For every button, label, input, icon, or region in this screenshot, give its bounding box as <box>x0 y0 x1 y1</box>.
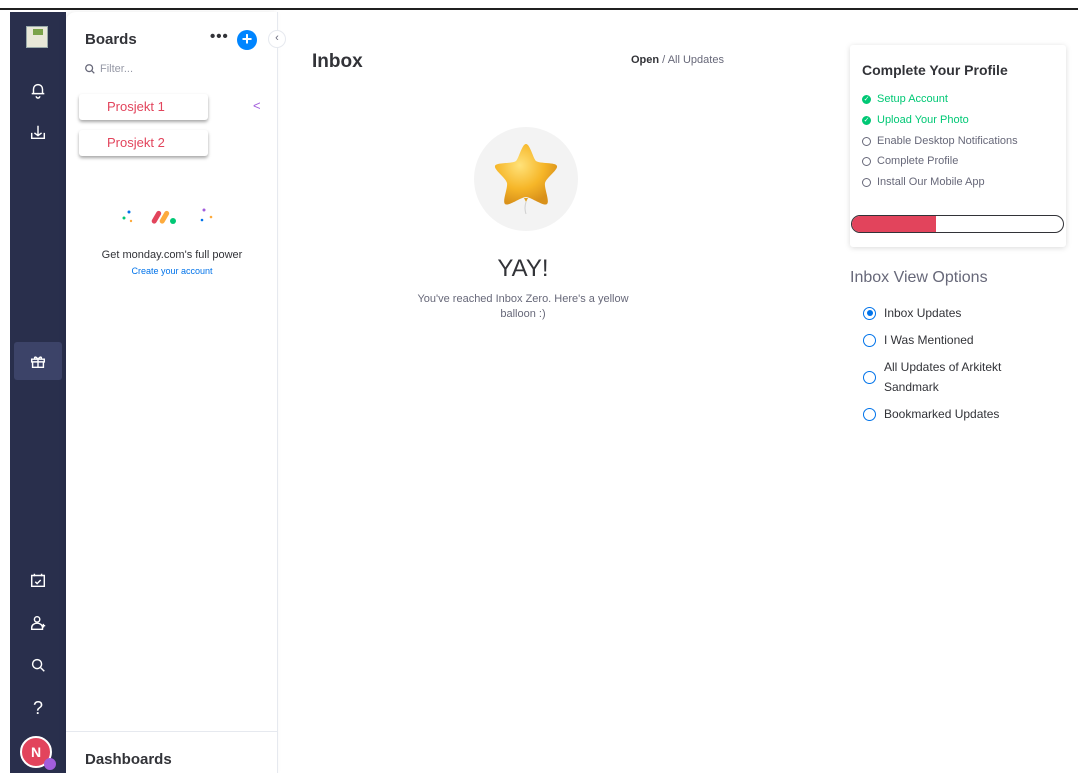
check-circle-icon: ✓ <box>862 115 871 125</box>
invite-user-icon[interactable] <box>24 609 52 637</box>
step-label: Complete Profile <box>877 155 959 167</box>
radio-empty-icon <box>863 333 876 347</box>
more-options-button[interactable]: ••• <box>210 28 229 45</box>
check-circle-icon: ✓ <box>862 94 871 104</box>
empty-circle-icon <box>862 156 871 166</box>
step-setup-account[interactable]: ✓ Setup Account <box>862 93 948 105</box>
monday-logo-icon <box>122 208 213 224</box>
board-item-prosjekt-1[interactable]: Prosjekt 1 <box>79 94 208 120</box>
step-label: Setup Account <box>877 93 948 105</box>
radio-label: I Was Mentioned <box>884 333 974 347</box>
add-board-button[interactable]: + <box>237 30 257 50</box>
step-complete-profile[interactable]: Complete Profile <box>862 155 958 167</box>
empty-circle-icon <box>862 136 871 146</box>
bell-icon[interactable] <box>24 76 52 104</box>
board-item-prosjekt-2[interactable]: Prosjekt 2 <box>79 130 208 156</box>
radio-empty-icon <box>863 407 876 421</box>
profile-progress-bar <box>851 215 1064 233</box>
step-enable-notifications[interactable]: Enable Desktop Notifications <box>862 135 1018 147</box>
radio-bookmarked-updates[interactable]: Bookmarked Updates <box>863 407 999 421</box>
radio-selected-icon <box>863 306 876 320</box>
profile-card-title: Complete Your Profile <box>862 62 1008 78</box>
step-label: Enable Desktop Notifications <box>877 135 1018 147</box>
step-upload-photo[interactable]: ✓ Upload Your Photo <box>862 114 969 126</box>
page-title: Inbox <box>312 51 363 72</box>
profile-progress-fill <box>852 216 937 232</box>
avatar-badge-icon <box>44 758 56 770</box>
filter-separator: / <box>659 54 668 66</box>
help-icon[interactable]: ? <box>24 694 52 722</box>
search-icon[interactable] <box>24 651 52 679</box>
share-icon[interactable]: < <box>253 98 261 113</box>
radio-label: Bookmarked Updates <box>884 407 1000 421</box>
dashboards-section[interactable]: Dashboards <box>85 751 172 768</box>
radio-all-updates-arkitekt[interactable]: All Updates of Arkitekt Sandmark <box>863 357 1034 397</box>
divider <box>66 731 278 732</box>
inbox-tray-icon[interactable] <box>24 118 52 146</box>
window-top-border <box>0 0 1078 10</box>
inbox-filter-toggle: Open / All Updates <box>631 54 724 66</box>
filter-open-link[interactable]: Open <box>631 54 659 66</box>
radio-empty-icon <box>863 370 876 384</box>
step-label: Upload Your Photo <box>877 114 969 126</box>
left-rail: ? N <box>10 12 66 773</box>
star-balloon-icon <box>494 144 558 215</box>
filter-input[interactable]: Filter... <box>84 63 133 75</box>
empty-circle-icon <box>862 177 871 187</box>
collapse-panel-button[interactable]: ‹ <box>268 30 286 48</box>
view-options-title: Inbox View Options <box>850 269 988 286</box>
logo-icon[interactable] <box>26 26 48 48</box>
radio-label: All Updates of Arkitekt Sandmark <box>884 360 1002 394</box>
radio-i-was-mentioned[interactable]: I Was Mentioned <box>863 333 974 347</box>
radio-label: Inbox Updates <box>884 306 962 320</box>
filter-search-icon <box>85 64 95 74</box>
step-label: Install Our Mobile App <box>877 176 985 188</box>
radio-inbox-updates[interactable]: Inbox Updates <box>863 306 961 320</box>
calendar-check-icon[interactable] <box>24 566 52 594</box>
avatar-initial: N <box>30 744 42 760</box>
gift-icon[interactable] <box>14 342 62 380</box>
complete-profile-card: Complete Your Profile ✓ Setup Account ✓ Up… <box>850 45 1066 247</box>
boards-panel: Boards ••• + ‹ Filter... Prosjekt 1 < Pr… <box>66 12 286 773</box>
empty-state-text: You've reached Inbox Zero. Here's a yell… <box>417 293 629 320</box>
boards-title: Boards <box>85 31 137 48</box>
filter-all-updates-link[interactable]: All Updates <box>668 54 724 66</box>
filter-placeholder: Filter... <box>100 63 134 75</box>
step-install-app[interactable]: Install Our Mobile App <box>862 176 985 188</box>
